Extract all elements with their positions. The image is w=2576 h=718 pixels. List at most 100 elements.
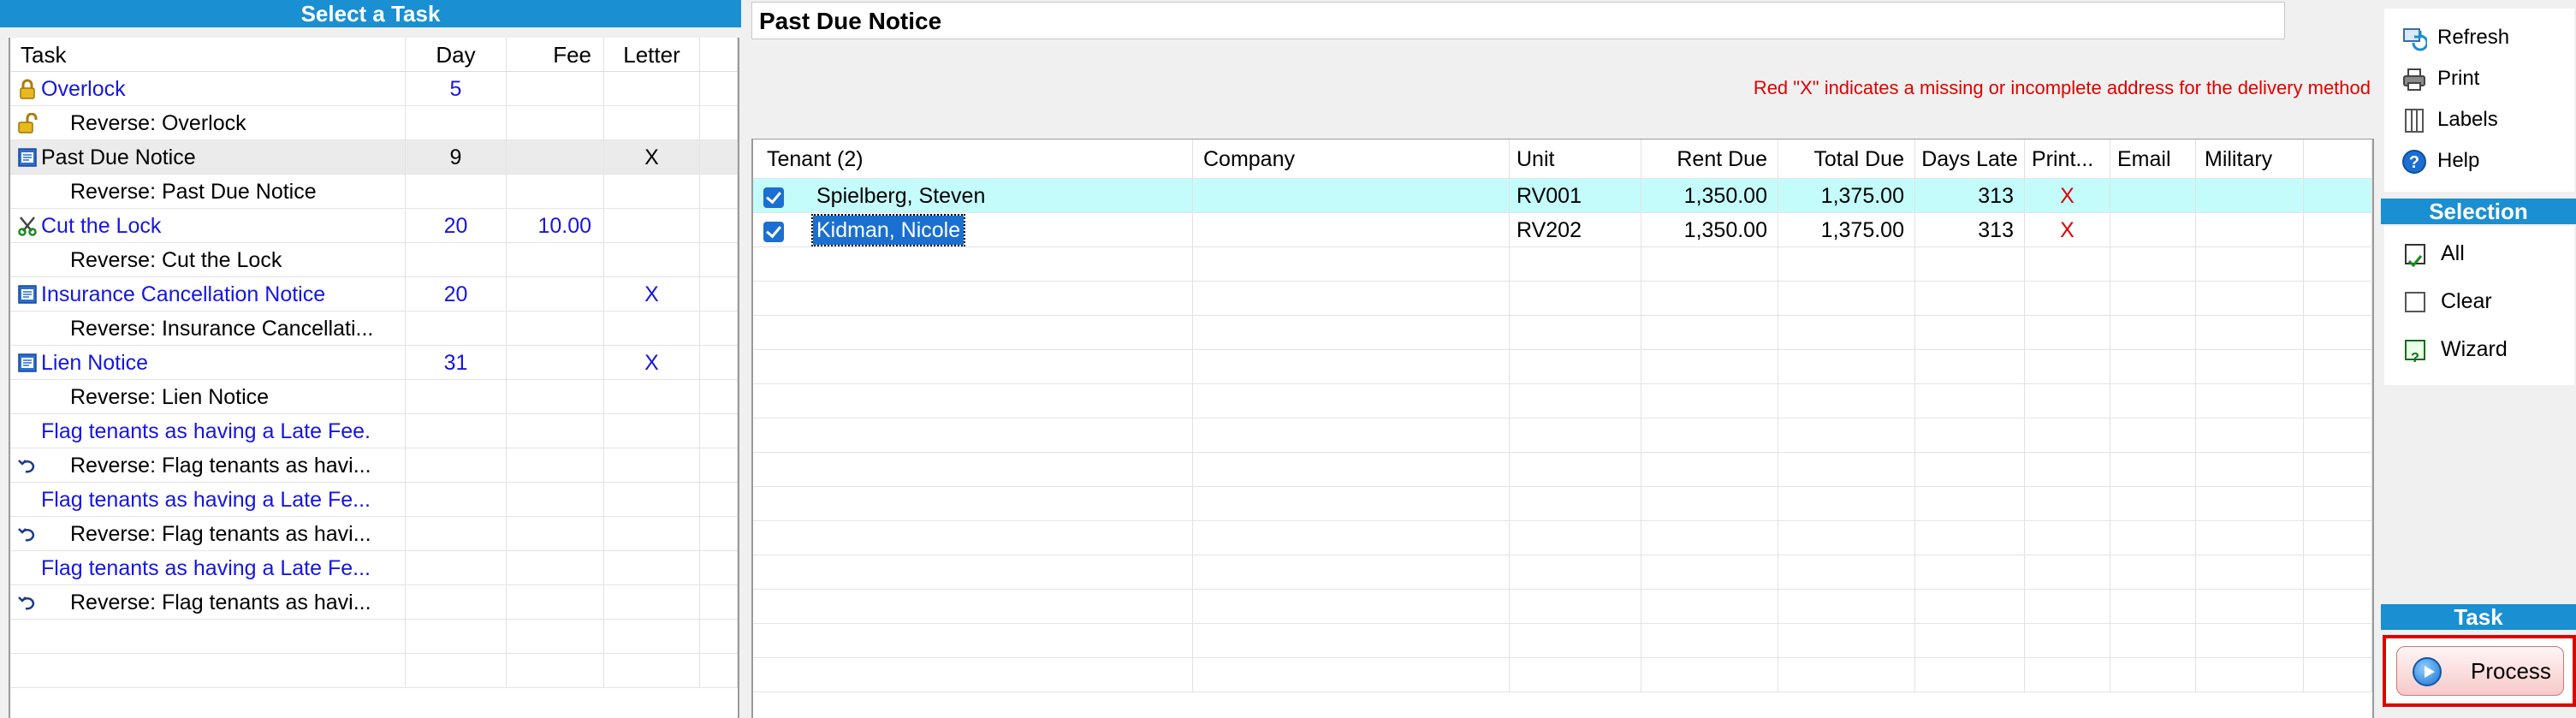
column-header-military[interactable]: Military [2196,139,2304,178]
tenant-checkbox[interactable] [763,222,784,242]
task-row[interactable]: Flag tenants as having a Late Fee. [10,414,738,448]
days-late-cell: 313 [1915,179,2025,212]
column-header-day[interactable]: Day [406,38,507,71]
column-header-tenant[interactable]: Tenant (2) [753,139,1193,178]
column-header-unit[interactable]: Unit [1510,139,1641,178]
fee-cell [507,72,604,105]
task-row[interactable]: Reverse: Past Due Notice [10,175,738,209]
fee-cell [507,106,604,139]
printer-icon [2403,68,2425,91]
tenant-name[interactable]: Kidman, Nicole [810,214,966,246]
refresh-icon [2403,28,2427,51]
document-icon [18,148,37,167]
task-cell: Reverse: Flag tenants as havi... [10,517,406,550]
task-row[interactable]: Overlock 5 [10,72,738,106]
row-spacer [700,243,738,276]
column-header-email[interactable]: Email [2110,139,2196,178]
column-header-letter[interactable]: Letter [604,38,700,71]
task-row[interactable]: Past Due Notice 9 X [10,140,738,175]
task-row[interactable]: Lien Notice 31 X [10,346,738,380]
column-header-print[interactable]: Print... [2025,139,2110,178]
row-spacer [700,380,738,413]
labels-button[interactable]: Labels [2401,103,2498,137]
task-row[interactable]: Reverse: Lien Notice [10,380,738,414]
help-button[interactable]: ? Help [2401,144,2479,178]
day-cell [406,414,507,448]
empty-row [10,654,738,688]
fee-cell [507,448,604,482]
print-label: Print [2437,67,2480,90]
refresh-button[interactable]: Refresh [2401,21,2509,55]
tenant-checkbox[interactable] [763,187,784,208]
row-spacer [700,277,738,311]
empty-row [753,555,2372,590]
letter-cell [604,243,700,276]
undo-icon [18,460,35,473]
task-name: Insurance Cancellation Notice [41,282,326,306]
process-highlight: Process [2383,635,2576,707]
letter-cell [604,175,700,208]
refresh-label: Refresh [2437,26,2510,49]
task-row[interactable]: Reverse: Cut the Lock [10,243,738,277]
task-row[interactable]: Insurance Cancellation Notice 20 X [10,277,738,312]
task-grid-header: Task Day Fee Letter [10,38,738,72]
task-name: Overlock [41,77,126,101]
play-icon [2413,657,2442,686]
task-name: Lien Notice [41,351,149,375]
tenant-grid-header: Tenant (2) Company Unit Rent Due Total D… [753,139,2372,179]
day-cell [406,312,507,345]
column-header-rent-due[interactable]: Rent Due [1641,139,1778,178]
column-header-fee[interactable]: Fee [507,38,604,71]
print-button[interactable]: Print [2401,62,2479,96]
empty-row [753,384,2372,418]
task-row[interactable]: Reverse: Flag tenants as havi... [10,448,738,483]
task-row[interactable]: Reverse: Insurance Cancellati... [10,312,738,346]
letter-cell [604,312,700,345]
tenant-cell: Spielberg, Steven [753,179,1193,212]
row-spacer [700,585,738,619]
column-header-days-late[interactable]: Days Late [1915,139,2025,178]
empty-row [10,620,738,654]
task-cell: Flag tenants as having a Late Fe... [10,483,406,516]
fee-cell [507,483,604,516]
tenant-row[interactable]: Spielberg, Steven RV001 1,350.00 1,375.00 31… [753,179,2372,213]
process-button[interactable]: Process [2396,646,2564,696]
letter-cell [604,585,700,619]
task-row[interactable]: Reverse: Overlock [10,106,738,140]
tenant-name[interactable]: Spielberg, Steven [816,179,985,212]
column-header-spacer [700,38,738,71]
task-name: Reverse: Flag tenants as havi... [70,590,371,614]
select-all-button[interactable]: All [2405,236,2465,270]
fee-cell [507,312,604,345]
wizard-button[interactable]: ? Wizard [2405,332,2508,366]
task-row[interactable]: Reverse: Flag tenants as havi... [10,517,738,551]
day-cell [406,243,507,276]
task-row[interactable]: Flag tenants as having a Late Fe... [10,551,738,585]
letter-cell [604,448,700,482]
clear-selection-button[interactable]: Clear [2405,284,2492,318]
column-header-company[interactable]: Company [1193,139,1510,178]
empty-row [753,350,2372,384]
letter-cell [604,106,700,139]
svg-text:?: ? [2411,351,2419,365]
task-name: Flag tenants as having a Late Fee. [41,419,371,443]
row-spacer [700,140,738,174]
letter-cell [604,414,700,448]
task-row[interactable]: Flag tenants as having a Late Fe... [10,483,738,517]
print-missing-address-mark: X [2025,179,2110,212]
column-header-total-due[interactable]: Total Due [1778,139,1915,178]
task-row[interactable]: Cut the Lock 20 10.00 [10,209,738,243]
company-cell [1193,213,1510,246]
row-spacer [700,483,738,516]
column-header-spacer [2304,139,2372,178]
print-missing-address-mark: X [2025,213,2110,246]
tenant-row[interactable]: Kidman, Nicole RV202 1,350.00 1,375.00 313 X [753,213,2372,247]
letter-cell [604,551,700,584]
task-name: Past Due Notice [41,145,196,169]
task-row[interactable]: Reverse: Flag tenants as havi... [10,585,738,620]
column-header-task[interactable]: Task [10,38,406,71]
rent-due-cell: 1,350.00 [1641,179,1778,212]
checkbox-checked-icon [2405,244,2425,268]
selection-panel: All Clear ? Wizard [2384,226,2574,385]
fee-cell [507,346,604,379]
